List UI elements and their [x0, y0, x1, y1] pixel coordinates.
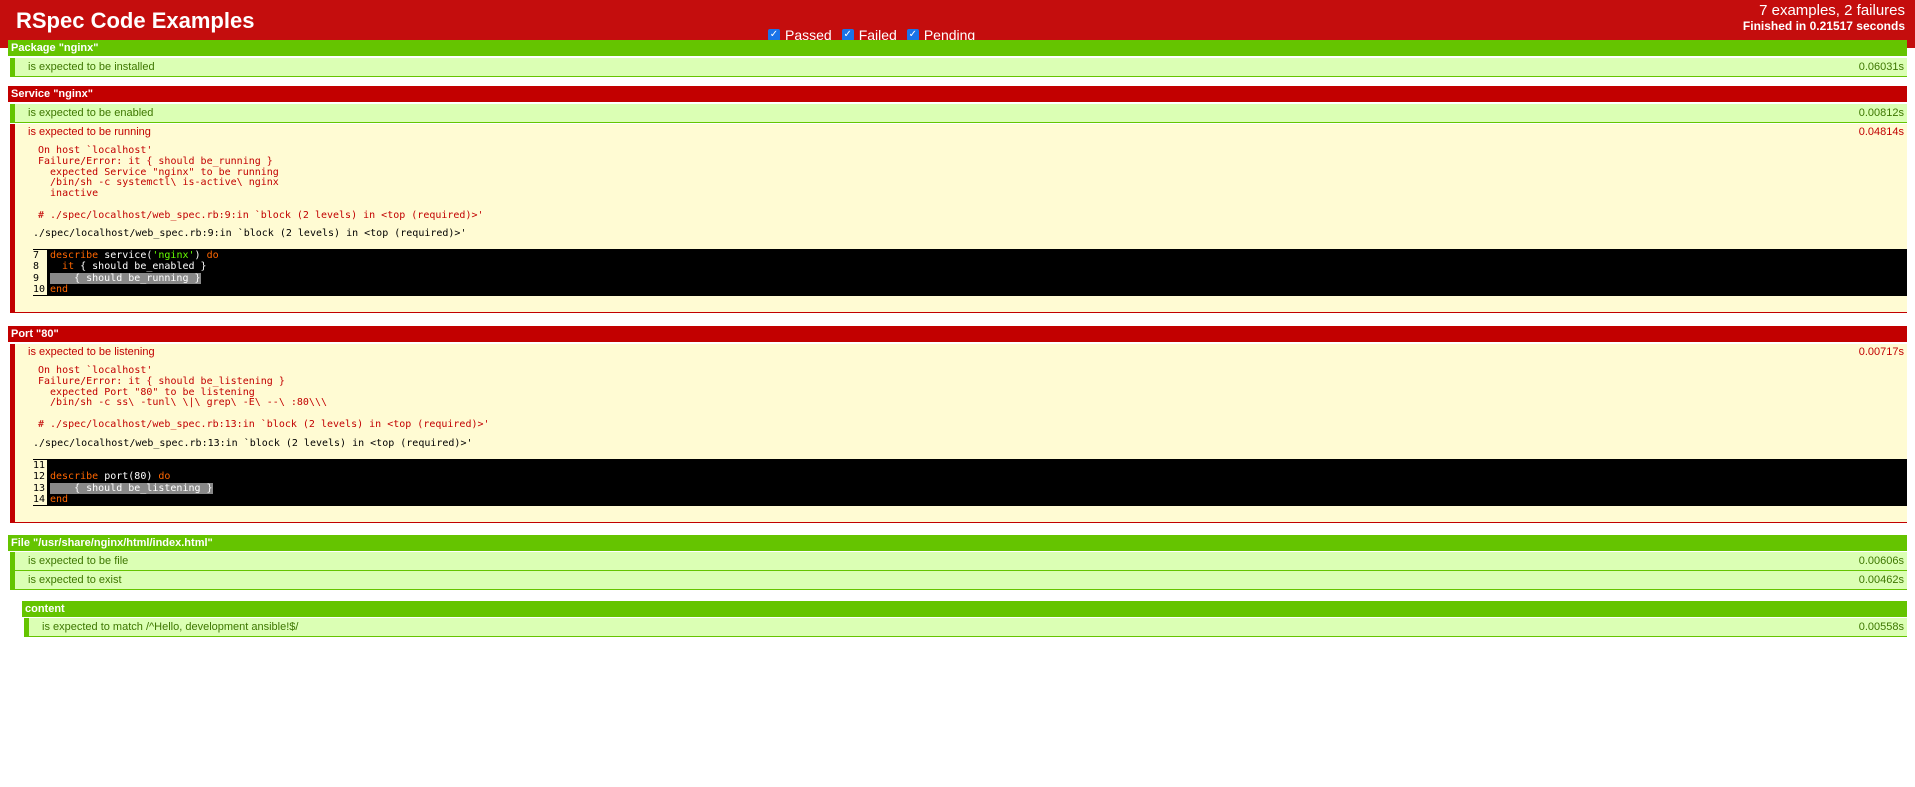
example-duration: 0.06031s — [1858, 61, 1904, 73]
code-text: end — [48, 284, 68, 295]
code-text: describe port(80) do — [48, 471, 170, 482]
example-group-file-index: File "/usr/share/nginx/html/index.html" … — [8, 535, 1907, 590]
failure-message: On host `localhost' Failure/Error: it { … — [38, 365, 490, 430]
example-duration: 0.00558s — [1858, 621, 1904, 633]
example-group-service-nginx: Service "nginx" is expected to be enable… — [8, 86, 1907, 318]
code-line: 9 { should be_running } — [33, 272, 1907, 284]
code-line: 7 describe service('nginx') do — [33, 250, 1907, 262]
group-title: Service "nginx" — [8, 86, 1907, 102]
example-description: is expected to match /^Hello, developmen… — [42, 621, 299, 633]
code-line: 8 it { should be_enabled } — [33, 261, 1907, 273]
example-group-package-nginx: Package "nginx" is expected to be instal… — [8, 40, 1907, 77]
example-duration: 0.00717s — [1858, 346, 1904, 358]
example-row: is expected to be enabled 0.00812s — [10, 104, 1907, 123]
code-line: 14 end — [33, 493, 1907, 506]
line-number: 10 — [33, 283, 48, 296]
group-title: content — [22, 601, 1907, 617]
code-token: end — [50, 283, 69, 295]
code-line: 12 describe port(80) do — [33, 471, 1907, 483]
run-summary: 7 examples, 2 failures Finished in 0.215… — [1743, 2, 1905, 33]
code-line: 10 end — [33, 283, 1907, 296]
group-title: Package "nginx" — [8, 40, 1907, 56]
code-snippet: 11 12 describe port(80) do 13 { should be_l… — [33, 459, 1907, 507]
code-token: describe — [50, 250, 99, 261]
example-group-port-80: Port "80" is expected to be listening 0.… — [8, 326, 1907, 526]
line-number: 14 — [33, 493, 48, 506]
code-token: { should be_listening } — [50, 482, 213, 494]
duration: Finished in 0.21517 seconds — [1742, 19, 1905, 33]
example-duration: 0.00812s — [1858, 107, 1904, 119]
line-number: 9 — [33, 272, 48, 284]
code-token: it — [62, 261, 75, 273]
line-number: 8 — [33, 261, 48, 273]
example-group-content: content is expected to match /^Hello, de… — [22, 601, 1907, 637]
example-description: is expected to exist — [28, 574, 122, 586]
code-token: describe — [50, 471, 99, 483]
failed-example: is expected to be running 0.04814s On ho… — [10, 124, 1907, 313]
code-text: describe service('nginx') do — [48, 250, 219, 261]
group-title: Port "80" — [8, 326, 1907, 342]
code-line: 13 { should be_listening } — [33, 482, 1907, 494]
code-token: port(80) — [98, 471, 159, 483]
line-number: 11 — [33, 460, 48, 472]
code-token: { should be_enabled } — [74, 261, 207, 273]
example-description: is expected to be installed — [28, 61, 155, 73]
line-number: 13 — [33, 482, 48, 494]
totals: 7 examples, 2 failures — [1759, 2, 1905, 19]
example-row: is expected to be installed 0.06031s — [10, 58, 1907, 77]
example-description: is expected to be running — [28, 126, 151, 138]
example-row: is expected to match /^Hello, developmen… — [24, 618, 1907, 637]
example-row: is expected to be file 0.00606s — [10, 552, 1907, 571]
example-duration: 0.00606s — [1858, 555, 1904, 567]
example-description: is expected to be enabled — [28, 107, 154, 119]
code-text: { should be_running } — [48, 272, 201, 284]
failed-example: is expected to be listening 0.00717s On … — [10, 344, 1907, 523]
backtrace-line: ./spec/localhost/web_spec.rb:9:in `block… — [33, 228, 467, 239]
failure-message: On host `localhost' Failure/Error: it { … — [38, 145, 484, 221]
line-number: 7 — [33, 250, 48, 262]
code-token: do — [158, 471, 171, 483]
backtrace-line: ./spec/localhost/web_spec.rb:13:in `bloc… — [33, 438, 473, 449]
example-duration: 0.04814s — [1858, 126, 1904, 138]
page-title: RSpec Code Examples — [16, 8, 255, 33]
line-number: 12 — [33, 471, 48, 483]
example-duration: 0.00462s — [1858, 574, 1904, 586]
code-token: do — [206, 250, 219, 261]
code-token: service( — [98, 250, 153, 261]
code-line: 11 — [33, 460, 1907, 472]
code-token: { should be_running } — [50, 272, 201, 284]
code-text: it { should be_enabled } — [48, 261, 207, 272]
code-text: { should be_listening } — [48, 482, 213, 494]
example-row: is expected to exist 0.00462s — [10, 571, 1907, 590]
code-text: end — [48, 494, 68, 505]
code-token: end — [50, 493, 69, 505]
example-description: is expected to be listening — [28, 346, 155, 358]
example-description: is expected to be file — [28, 555, 129, 567]
group-title: File "/usr/share/nginx/html/index.html" — [8, 535, 1907, 551]
code-token: 'nginx' — [152, 250, 195, 261]
code-snippet: 7 describe service('nginx') do 8 it { shou… — [33, 249, 1907, 297]
code-token: ) — [194, 250, 207, 261]
